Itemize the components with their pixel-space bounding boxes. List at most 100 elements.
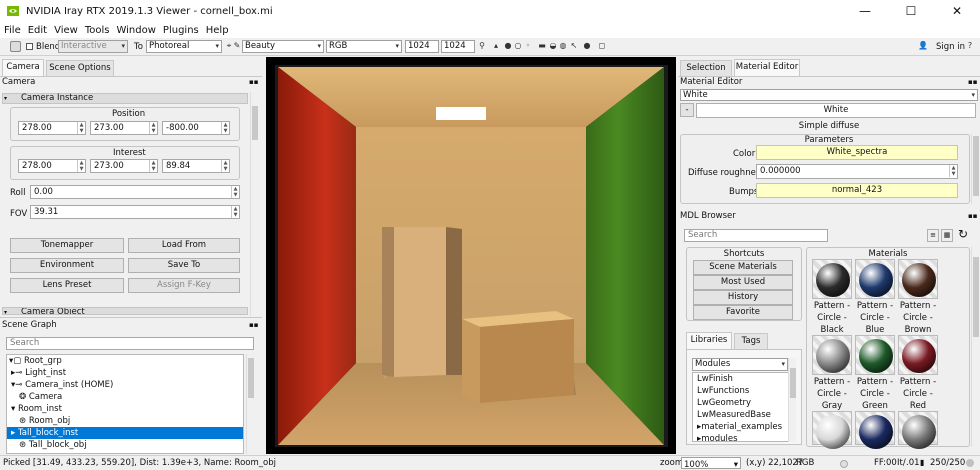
position-y-input[interactable]: 273.00 ▲ ▼ [90,121,158,135]
position-x-input[interactable]: 278.00 ▲ ▼ [18,121,86,135]
tab-libraries[interactable]: Libraries [686,332,732,349]
most-used-button[interactable]: Most Used [693,275,793,290]
tree-item-camera[interactable]: ❂ Camera [7,391,243,403]
crop-icon[interactable]: ◒ [549,42,557,50]
lens-preset-button[interactable]: Lens Preset [10,278,124,293]
material-thumbnail[interactable] [898,411,938,449]
modules-select[interactable]: Modules ▾ [692,358,788,371]
interest-x-input[interactable]: 278.00 ▲ ▼ [18,159,86,173]
scene-graph-search-input[interactable]: Search [6,337,254,350]
options-dropdown-icon[interactable] [10,41,21,52]
tree-item-tall-block-obj[interactable]: ⊛ Tall_block_obj [7,439,243,451]
material-back-button[interactable]: - [680,103,694,117]
menu-file[interactable]: File [4,25,21,36]
camera-icon[interactable]: ▴ [492,42,500,50]
load-from-button[interactable]: Load From [128,238,240,253]
material-dock-icon[interactable]: ▪▪ [968,78,978,86]
material-thumbnail[interactable] [898,259,938,299]
pen-icon[interactable]: ✎ [233,42,241,50]
modules-scrollbar[interactable] [788,358,796,442]
tab-material-editor[interactable]: Material Editor [734,59,800,76]
maximize-button[interactable]: ☐ [888,0,934,22]
canvas-select[interactable]: Beauty ▾ [242,40,324,53]
menu-window[interactable]: Window [116,25,155,36]
height-input[interactable]: 1024 [441,40,475,53]
render-viewport[interactable] [266,57,676,454]
material-thumbnail[interactable] [898,335,938,375]
color-field[interactable]: White_spectra [756,145,958,160]
menu-help[interactable]: Help [206,25,229,36]
assign-fkey-button[interactable]: Assign F-Key [128,278,240,293]
material-select[interactable]: White ▾ [680,89,978,101]
material-name-field[interactable]: White [696,103,976,118]
scene-graph-scrollbar[interactable] [246,354,254,454]
material-thumbnail[interactable] [855,411,895,449]
tab-selection[interactable]: Selection [680,60,732,76]
menu-plugins[interactable]: Plugins [163,25,199,36]
help-icon[interactable]: ? [966,42,974,50]
tree-item-camera-inst[interactable]: ▾⊸ Camera_inst (HOME) [7,379,243,391]
material-thumbnail[interactable] [812,411,852,449]
module-item[interactable]: ▸material_examples [693,421,782,433]
menu-edit[interactable]: Edit [28,25,47,36]
tree-item-root-grp[interactable]: ▾▢ Root_grp [7,355,243,367]
module-item[interactable]: LwFinish [693,373,733,385]
record-icon[interactable]: ● [583,42,591,50]
minimize-button[interactable]: — [842,0,888,22]
list-view-icon[interactable]: ≡ [927,229,939,242]
tree-item-room-inst[interactable]: ▾ Room_inst [7,403,243,415]
material-thumbnail[interactable] [855,335,895,375]
refresh-icon[interactable]: ↻ [958,227,968,241]
close-button[interactable]: ✕ [934,0,980,22]
tab-camera[interactable]: Camera [2,59,44,76]
mdl-search-input[interactable]: Search [684,229,828,242]
mdl-dock-icon[interactable]: ▪▪ [968,212,978,220]
menu-tools[interactable]: Tools [85,25,110,36]
sign-in-link[interactable]: Sign in [936,42,965,52]
tab-tags[interactable]: Tags [734,333,768,349]
module-item[interactable]: ▸modules [693,433,738,441]
menu-view[interactable]: View [54,25,78,36]
scene-graph-dock-icon[interactable]: ▪▪ [249,321,259,329]
scene-materials-button[interactable]: Scene Materials [693,260,793,275]
tab-scene-options[interactable]: Scene Options [46,60,114,76]
diffuse-roughness-input[interactable]: 0.000000 ▲ ▼ [756,164,958,179]
camera-object-header[interactable]: ▾ Camera Object [2,307,248,315]
camera-instance-header[interactable]: ▾ Camera Instance [2,93,248,104]
pin-icon[interactable]: ⌖ [225,42,233,50]
roll-input[interactable]: 0.00 ▲ ▼ [30,185,240,199]
tree-item-room-obj[interactable]: ⊛ Room_obj [7,415,243,427]
sphere-icon[interactable]: ○ [514,42,522,50]
favorite-button[interactable]: Favorite [693,305,793,320]
grid-icon[interactable]: ◍ [559,42,567,50]
cornell-box-render[interactable] [266,57,676,454]
stop-icon[interactable]: ◻ [598,42,606,50]
parameters-scrollbar[interactable] [971,134,979,204]
dock-icon[interactable]: ▪▪ [249,78,259,86]
environment-button[interactable]: Environment [10,258,124,273]
render-target-select[interactable]: Photoreal ▾ [146,40,222,53]
blend-checkbox[interactable] [26,43,33,50]
select-icon[interactable]: ↖ [570,42,578,50]
material-thumbnail[interactable] [812,335,852,375]
teapot-icon[interactable]: ● [504,42,512,50]
light-icon[interactable]: ◦ [524,42,532,50]
interest-y-input[interactable]: 273.00 ▲ ▼ [90,159,158,173]
material-thumbnail[interactable] [855,259,895,299]
user-icon[interactable]: 👤 [918,42,928,50]
position-z-input[interactable]: -800.00 ▲ ▼ [162,121,230,135]
link-icon[interactable]: ⚲ [478,42,486,50]
tree-item-tall-block-inst[interactable]: ▸ Tall_block_inst [7,427,243,439]
material-thumbnail[interactable] [812,259,852,299]
module-item[interactable]: LwGeometry [693,397,751,409]
module-item[interactable]: LwFunctions [693,385,749,397]
history-button[interactable]: History [693,290,793,305]
tree-item-light-inst[interactable]: ▸⊸ Light_inst [7,367,243,379]
tonemapper-button[interactable]: Tonemapper [10,238,124,253]
zoom-select[interactable]: 100% ▾ [681,457,741,469]
camera-panel-scrollbar[interactable] [250,92,258,316]
fov-input[interactable]: 39.31 ▲ ▼ [30,205,240,219]
format-select[interactable]: RGB ▾ [326,40,402,53]
grid-view-icon[interactable]: ▦ [941,229,953,242]
blend-mode-select[interactable]: Interactive ▾ [58,40,128,53]
